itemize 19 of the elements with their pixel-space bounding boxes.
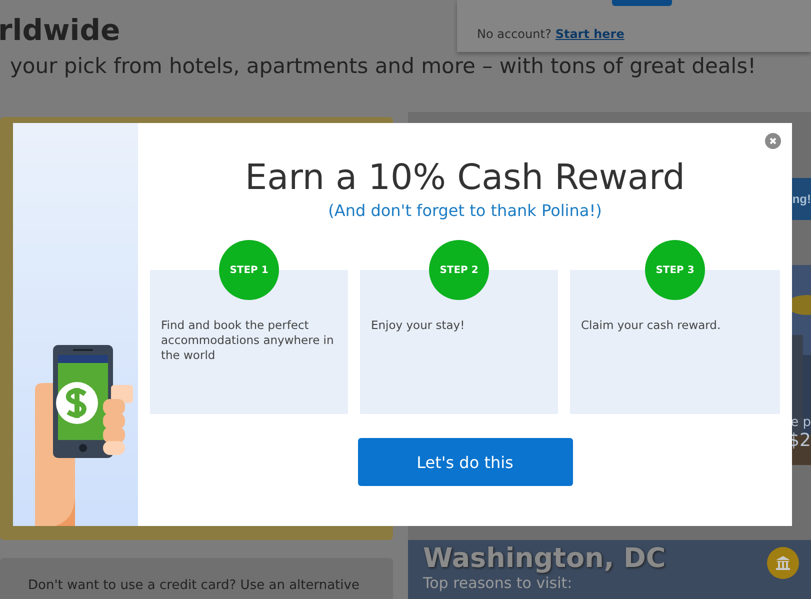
prompt-text: No account? — [477, 27, 552, 41]
step-text: Claim your cash reward. — [581, 318, 722, 333]
payment-note: Don't want to use a credit card? Use an alternative — [28, 578, 360, 593]
destination-subtitle: Top reasons to visit: — [423, 574, 574, 592]
modal-subtitle: (And don't forget to thank Polina!) — [328, 201, 602, 220]
destination-title: Washington, DC — [423, 543, 666, 574]
close-icon[interactable] — [765, 133, 781, 149]
step-badge: STEP 2 — [429, 240, 489, 300]
start-link[interactable]: Start here — [555, 27, 624, 41]
step-badge: STEP 1 — [219, 240, 279, 300]
step-text: Find and book the perfect accommodations anywhere in the world — [161, 318, 335, 363]
cta-button[interactable]: Let's do this — [358, 438, 572, 486]
banner-text: ng! — [792, 192, 811, 206]
bank-icon — [767, 547, 799, 579]
modal-title: Earn a 10% Cash Reward — [245, 157, 685, 199]
step-badge: STEP 3 — [645, 240, 705, 300]
step-text: Enjoy your stay! — [371, 318, 466, 333]
subtitle: your pick from hotels, apartments and more – with tons of great deals! — [10, 53, 756, 80]
headline: rldwide — [0, 13, 120, 47]
